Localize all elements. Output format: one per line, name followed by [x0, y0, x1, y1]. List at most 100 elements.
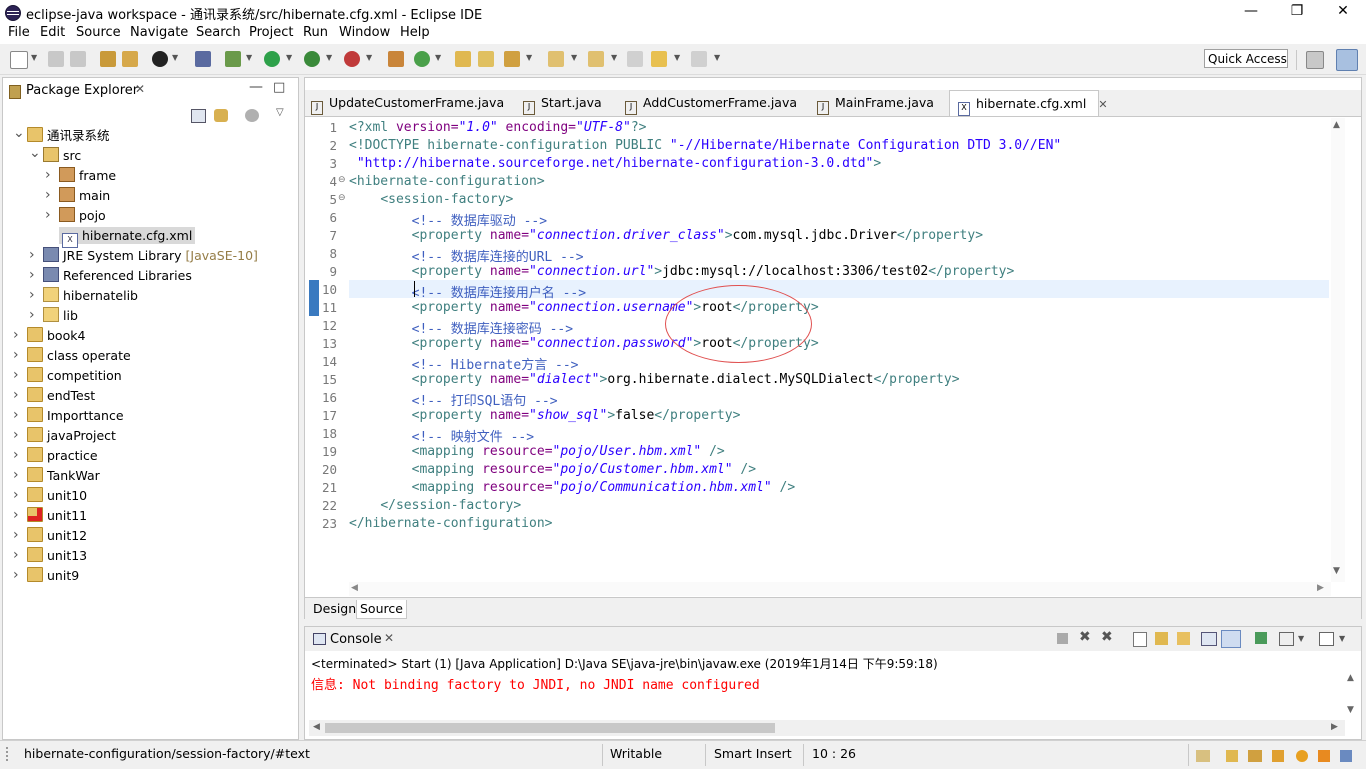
- chevron-right-icon[interactable]: ›: [29, 285, 35, 305]
- code-line[interactable]: <!-- 数据库连接的URL -->: [349, 246, 584, 265]
- code-line[interactable]: <mapping resource="pojo/Communication.hb…: [349, 480, 796, 495]
- tab-main-frame[interactable]: J MainFrame.java: [817, 90, 947, 116]
- profile-icon[interactable]: [152, 51, 168, 67]
- code-line[interactable]: <mapping resource="pojo/User.hbm.xml" />: [349, 444, 725, 459]
- tab-start[interactable]: J Start.java: [523, 90, 613, 116]
- open-console-icon[interactable]: [1319, 632, 1334, 646]
- code-line[interactable]: </hibernate-configuration>: [349, 516, 553, 531]
- fold-toggle-icon[interactable]: ⊖: [338, 175, 346, 185]
- close-tab-icon[interactable]: ✕: [1098, 98, 1107, 111]
- menu-run[interactable]: Run: [303, 25, 328, 40]
- search-icon[interactable]: [504, 51, 520, 67]
- tab-add-customer-frame[interactable]: J AddCustomerFrame.java: [625, 90, 805, 116]
- back-dropdown-icon[interactable]: ▼: [674, 53, 680, 62]
- code-area[interactable]: 1 <?xml version="1.0" encoding="UTF-8"?> 2…: [305, 118, 1345, 538]
- chevron-down-icon[interactable]: ⌄: [13, 123, 25, 143]
- skip-breakpoints-icon[interactable]: [195, 51, 211, 67]
- scroll-down-arrow-icon[interactable]: ▼: [1347, 705, 1354, 715]
- run-dropdown-icon[interactable]: ▼: [286, 53, 292, 62]
- new-class-dropdown-icon[interactable]: ▼: [435, 53, 441, 62]
- prev-annotation-dropdown-icon[interactable]: ▼: [611, 53, 617, 62]
- tree-item[interactable]: › unit11: [13, 506, 87, 526]
- chevron-right-icon[interactable]: ›: [29, 245, 35, 265]
- chevron-right-icon[interactable]: ›: [13, 485, 19, 505]
- scroll-left-arrow-icon[interactable]: ◀: [313, 722, 320, 732]
- scroll-up-arrow-icon[interactable]: ▲: [1333, 120, 1340, 130]
- tree-item[interactable]: › main: [45, 186, 110, 206]
- scroll-right-arrow-icon[interactable]: ▶: [1317, 583, 1324, 593]
- chevron-right-icon[interactable]: ›: [13, 565, 19, 585]
- coverage-icon[interactable]: [304, 51, 320, 67]
- remove-all-terminated-icon[interactable]: ✖: [1101, 629, 1113, 645]
- save-all-icon[interactable]: [70, 51, 86, 67]
- code-line[interactable]: <mapping resource="pojo/Customer.hbm.xml…: [349, 462, 756, 477]
- updates-icon[interactable]: [1340, 750, 1352, 762]
- restore-button[interactable]: ❐: [1274, 0, 1320, 24]
- tree-item[interactable]: Xhibernate.cfg.xml: [45, 226, 196, 248]
- scroll-thumb[interactable]: [325, 723, 775, 733]
- show-stderr-icon[interactable]: [1221, 630, 1241, 648]
- show-stdout-icon[interactable]: [1201, 632, 1217, 646]
- tree-item[interactable]: ⌄ 通讯录系统: [13, 123, 110, 146]
- minimize-button[interactable]: —: [1228, 0, 1274, 24]
- tree-item[interactable]: › book4: [13, 326, 85, 346]
- save-icon[interactable]: [48, 51, 64, 67]
- code-line[interactable]: <property name="connection.driver_class"…: [349, 228, 983, 243]
- code-line[interactable]: <?xml version="1.0" encoding="UTF-8"?>: [349, 120, 646, 135]
- tree-item[interactable]: › javaProject: [13, 426, 116, 446]
- chevron-right-icon[interactable]: ›: [13, 445, 19, 465]
- console-title[interactable]: Console: [330, 632, 382, 647]
- code-line[interactable]: <property name="show_sql">false</propert…: [349, 408, 741, 423]
- chevron-right-icon[interactable]: ›: [13, 465, 19, 485]
- java-perspective-icon[interactable]: [1336, 49, 1358, 71]
- code-line[interactable]: "http://hibernate.sourceforge.net/hibern…: [349, 156, 881, 171]
- terminate-icon[interactable]: [1057, 633, 1068, 644]
- maximize-view-icon[interactable]: □: [273, 80, 285, 95]
- tab-source[interactable]: Source: [356, 600, 407, 619]
- forward-dropdown-icon[interactable]: ▼: [714, 53, 720, 62]
- tab-design[interactable]: Design: [310, 600, 359, 618]
- tree-item[interactable]: › JRE System Library [JavaSE-10]: [29, 246, 258, 266]
- chevron-right-icon[interactable]: ›: [45, 205, 51, 225]
- tree-item[interactable]: › practice: [13, 446, 98, 466]
- open-type-icon[interactable]: [100, 51, 116, 67]
- scroll-down-arrow-icon[interactable]: ▼: [1333, 566, 1340, 576]
- tree-item[interactable]: › Referenced Libraries: [29, 266, 192, 286]
- open-resource-icon[interactable]: [122, 51, 138, 67]
- forward-icon[interactable]: [691, 51, 707, 67]
- chevron-right-icon[interactable]: ›: [45, 165, 51, 185]
- editor-horizontal-scrollbar[interactable]: ◀ ▶: [349, 582, 1331, 596]
- help-icon[interactable]: [1296, 750, 1308, 762]
- minimize-view-icon[interactable]: —: [249, 79, 263, 95]
- debug-icon[interactable]: [225, 51, 241, 67]
- chevron-right-icon[interactable]: ›: [45, 185, 51, 205]
- tab-hibernate-cfg-xml[interactable]: Xhibernate.cfg.xml ✕: [949, 90, 1108, 116]
- editor-vertical-scrollbar[interactable]: ▲ ▼: [1331, 118, 1345, 582]
- last-edit-icon[interactable]: [627, 51, 643, 67]
- focus-icon[interactable]: [245, 109, 259, 122]
- open-file-icon[interactable]: [478, 51, 494, 67]
- back-icon[interactable]: [651, 51, 667, 67]
- rss-icon[interactable]: [1318, 750, 1330, 762]
- chevron-right-icon[interactable]: ›: [13, 345, 19, 365]
- tree-item[interactable]: › unit9: [13, 566, 79, 586]
- next-annotation-icon[interactable]: [548, 51, 564, 67]
- chevron-right-icon[interactable]: ›: [13, 405, 19, 425]
- tree-item[interactable]: › competition: [13, 366, 122, 386]
- menu-project[interactable]: Project: [249, 25, 293, 40]
- tree-item[interactable]: › hibernatelib: [29, 286, 138, 306]
- tree-item[interactable]: › Importtance: [13, 406, 124, 426]
- pin-console-icon[interactable]: [1255, 632, 1267, 644]
- chevron-right-icon[interactable]: ›: [13, 425, 19, 445]
- scroll-right-arrow-icon[interactable]: ▶: [1331, 722, 1338, 732]
- code-line[interactable]: <!-- 数据库连接用户名 -->: [349, 282, 586, 301]
- run-icon[interactable]: [264, 51, 280, 67]
- code-line[interactable]: <!-- 映射文件 -->: [349, 426, 534, 445]
- close-console-icon[interactable]: ✕: [384, 631, 394, 645]
- scroll-up-arrow-icon[interactable]: ▲: [1347, 673, 1354, 683]
- chevron-right-icon[interactable]: ›: [13, 325, 19, 345]
- code-line[interactable]: <!-- 打印SQL语句 -->: [349, 390, 558, 409]
- code-line[interactable]: <!-- 数据库连接密码 -->: [349, 318, 573, 337]
- code-line[interactable]: <session-factory>: [349, 192, 513, 207]
- search-dropdown-icon[interactable]: ▼: [526, 53, 532, 62]
